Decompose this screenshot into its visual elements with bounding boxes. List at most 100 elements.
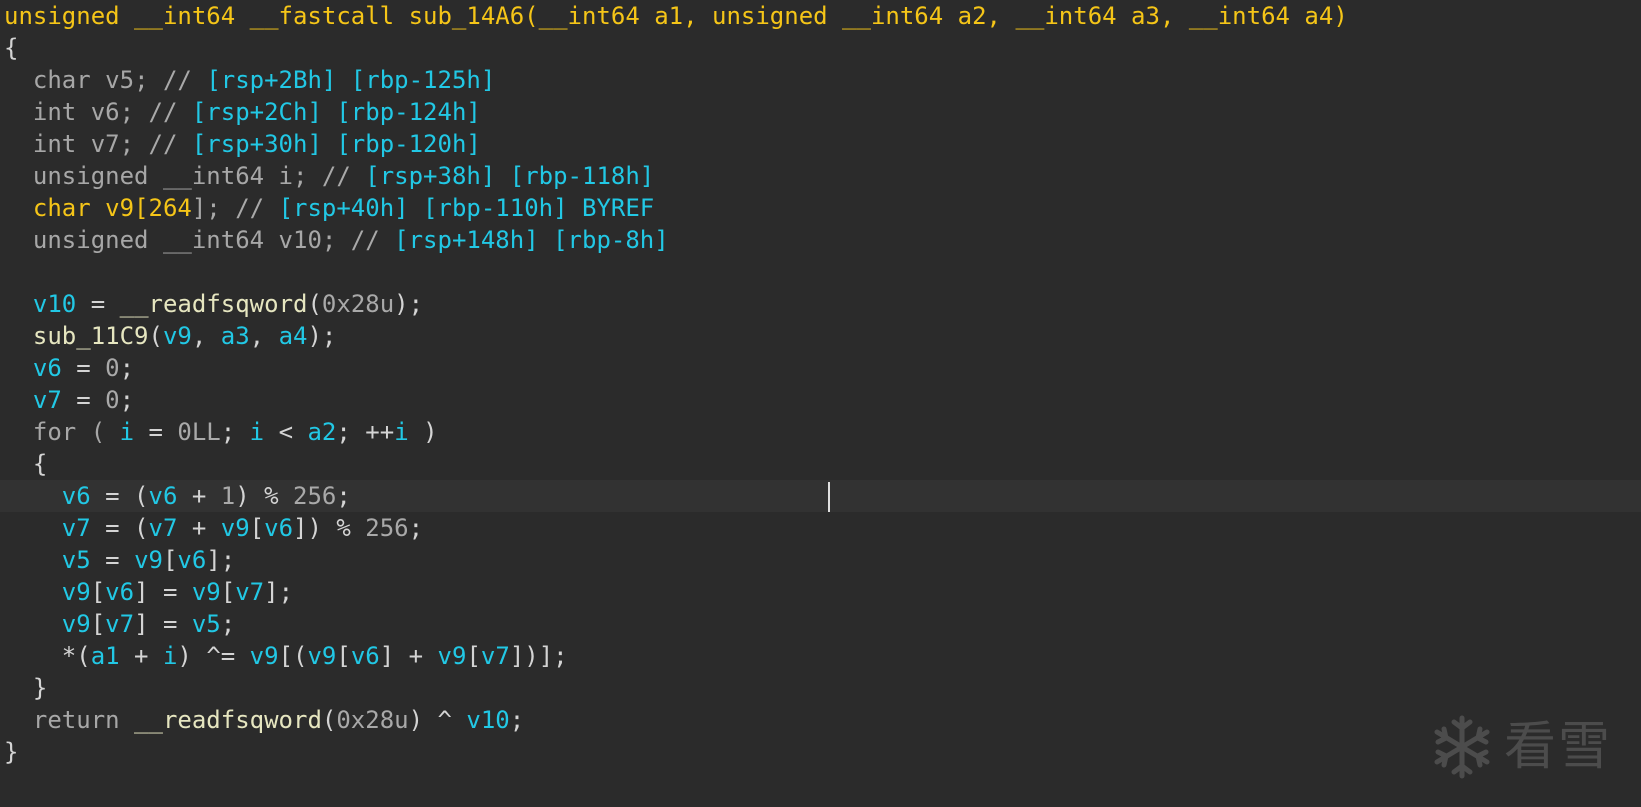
code-token: , [249, 322, 279, 350]
code-token: i [119, 418, 135, 446]
pseudocode-view[interactable]: unsigned __int64 __fastcall sub_14A6(__i… [0, 0, 1641, 768]
code-token: v9 [307, 642, 337, 670]
code-token: v7 [105, 610, 135, 638]
code-token: v9 [134, 546, 163, 574]
code-token: v5 [61, 546, 91, 574]
code-line[interactable]: { [4, 32, 1634, 64]
code-token: + [177, 482, 221, 510]
code-token: [ [220, 578, 236, 606]
code-token: v9 [437, 642, 467, 670]
code-token: int [4, 98, 91, 126]
code-token: ]; [206, 546, 236, 574]
code-token: ] = [134, 610, 192, 638]
code-token: = ( [90, 482, 149, 510]
code-token: ; [408, 514, 424, 542]
code-token: unsigned __int64 [4, 226, 279, 254]
code-token: [rsp+2Bh] [rbp-125h] [206, 66, 496, 94]
code-token: 0x28u [336, 706, 409, 734]
code-line[interactable]: v7 = 0; [4, 384, 1634, 416]
code-line[interactable]: v5 = v9[v6]; [4, 544, 1634, 576]
code-line[interactable]: *(a1 + i) ^= v9[(v9[v6] + v9[v7])]; [4, 640, 1634, 672]
code-line[interactable]: sub_11C9(v9, a3, a4); [4, 320, 1634, 352]
code-token: ] + [379, 642, 438, 670]
code-token: 0LL [177, 418, 221, 446]
code-token: v9 [220, 514, 250, 542]
code-token: sub_11C9 [32, 322, 149, 350]
code-token: 256 [365, 514, 409, 542]
code-token: ]; // [191, 194, 279, 222]
code-line[interactable]: v7 = (v7 + v9[v6]) % 256; [4, 512, 1634, 544]
code-token: = [90, 546, 135, 574]
code-token: = [134, 418, 178, 446]
code-token: ; [220, 418, 250, 446]
code-token: ) ^= [177, 642, 250, 670]
code-token: ; [509, 706, 525, 734]
code-line[interactable]: unsigned __int64 i; // [rsp+38h] [rbp-11… [4, 160, 1634, 192]
code-line[interactable]: } [4, 672, 1634, 704]
code-token: __readfsqword [134, 706, 322, 734]
code-line[interactable]: int v7; // [rsp+30h] [rbp-120h] [4, 128, 1634, 160]
code-token: v9 [162, 322, 192, 350]
code-token: __readfsqword [119, 290, 308, 318]
code-token: ) [408, 418, 438, 446]
code-line[interactable] [4, 256, 1634, 288]
code-line[interactable]: v6 = (v6 + 1) % 256; [0, 480, 1641, 512]
code-token: [ [249, 514, 265, 542]
code-token: v5 [191, 610, 221, 638]
kanxue-watermark: 看雪 [1430, 712, 1630, 782]
code-token: 256 [293, 482, 337, 510]
code-token: v6 [264, 514, 294, 542]
code-token: [ [466, 642, 481, 670]
code-token: = [61, 386, 106, 414]
code-token: char [4, 66, 106, 94]
code-editor[interactable]: unsigned __int64 __fastcall sub_14A6(__i… [0, 0, 1641, 807]
code-token: = [61, 354, 106, 382]
code-token: ] = [134, 578, 192, 606]
code-token: , [191, 322, 221, 350]
code-token: v6 [350, 642, 380, 670]
code-line[interactable]: int v6; // [rsp+2Ch] [rbp-124h] [4, 96, 1634, 128]
code-line[interactable]: v10 = __readfsqword(0x28u); [4, 288, 1634, 320]
code-token: } [4, 738, 19, 766]
code-token: ); [307, 322, 337, 350]
code-token: v10 [278, 226, 322, 254]
code-line[interactable]: unsigned __int64 v10; // [rsp+148h] [rbp… [4, 224, 1634, 256]
code-line[interactable]: char v9[264]; // [rsp+40h] [rbp-110h] BY… [4, 192, 1634, 224]
code-token: i [394, 418, 409, 446]
code-line[interactable]: for ( i = 0LL; i < a2; ++i ) [4, 416, 1634, 448]
code-line[interactable]: v9[v6] = v9[v7]; [4, 576, 1634, 608]
code-token: return [4, 706, 135, 734]
code-token: int [4, 130, 91, 158]
code-token: ; // [293, 162, 366, 190]
code-token: ; [220, 610, 236, 638]
code-token: ; // [134, 66, 207, 94]
code-token: [rsp+148h] [rbp-8h] [394, 226, 669, 254]
code-token: v6 [177, 546, 207, 574]
code-token: + [177, 514, 221, 542]
code-line[interactable]: } [4, 736, 1634, 768]
code-line[interactable]: v9[v7] = v5; [4, 608, 1634, 640]
code-token: + [119, 642, 163, 670]
code-line[interactable]: { [4, 448, 1634, 480]
code-token: [ [90, 578, 106, 606]
code-token: a2 [307, 418, 337, 446]
code-token: ; ++ [336, 418, 395, 446]
code-line[interactable]: return __readfsqword(0x28u) ^ v10; [4, 704, 1634, 736]
code-line[interactable]: unsigned __int64 __fastcall sub_14A6(__i… [4, 0, 1634, 32]
code-token: [rsp+38h] [rbp-118h] [365, 162, 655, 190]
code-line[interactable]: char v5; // [rsp+2Bh] [rbp-125h] [4, 64, 1634, 96]
code-token: v7 [235, 578, 265, 606]
code-token: v7 [32, 386, 62, 414]
code-token: { [4, 450, 48, 478]
code-token: unsigned __int64 [4, 162, 279, 190]
code-token: v6 [148, 482, 178, 510]
code-line[interactable]: v6 = 0; [4, 352, 1634, 384]
code-token: [( [278, 642, 308, 670]
code-token: v6 [61, 482, 91, 510]
text-caret [828, 482, 830, 512]
code-token: v6 [105, 578, 135, 606]
code-token: ; // [119, 98, 192, 126]
